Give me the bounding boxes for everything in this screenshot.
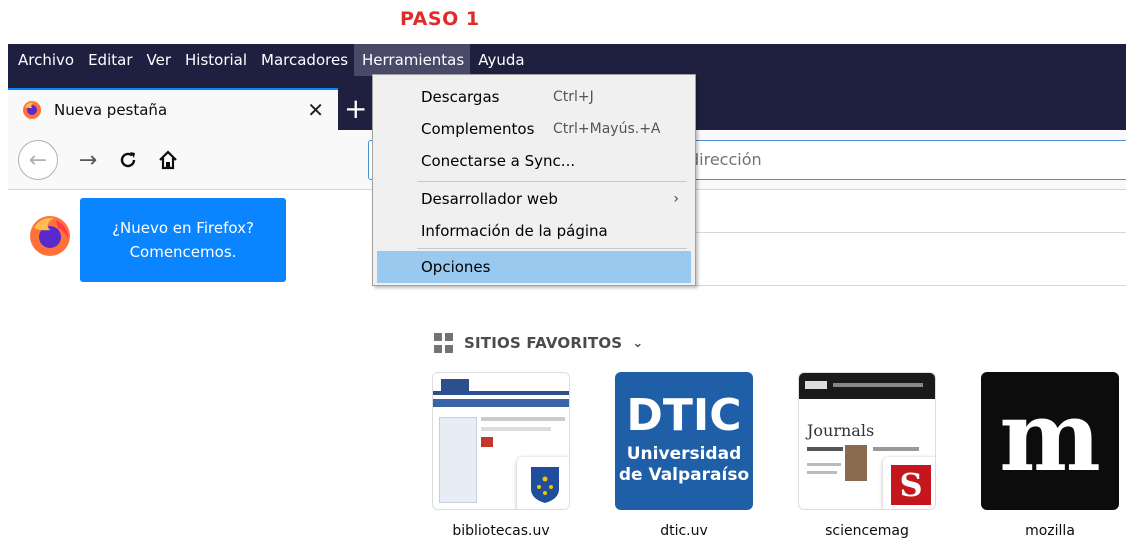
chevron-down-icon: ⌄ — [632, 335, 644, 351]
mozilla-logo-icon: m — [999, 380, 1101, 493]
tab-new-tab[interactable]: Nueva pestaña ✕ — [8, 88, 338, 130]
top-site-tile-sciencemag[interactable]: Journals S — [798, 372, 936, 510]
uv-shield-icon — [517, 457, 569, 509]
menu-ayuda[interactable]: Ayuda — [470, 44, 530, 76]
journals-heading: Journals — [807, 421, 875, 440]
home-icon[interactable] — [150, 142, 186, 178]
herramientas-menu: Descargas Ctrl+J Complementos Ctrl+Mayús… — [372, 74, 696, 286]
reload-icon[interactable] — [110, 142, 146, 178]
new-to-firefox-tip[interactable]: ¿Nuevo en Firefox? Comencemos. — [80, 198, 286, 282]
tab-title: Nueva pestaña — [54, 101, 168, 119]
forward-arrow-icon[interactable]: → — [70, 142, 106, 178]
menu-item-opciones[interactable]: Opciones — [377, 251, 691, 283]
menu-item-label: Descargas — [421, 88, 500, 106]
firefox-logo-icon — [30, 216, 70, 256]
grid-icon — [434, 333, 454, 353]
menu-historial[interactable]: Historial — [177, 44, 253, 76]
top-site-tile-mozilla[interactable]: m — [981, 372, 1119, 510]
menu-item-complementos[interactable]: Complementos Ctrl+Mayús.+A — [373, 113, 695, 145]
tile-label-dtic: dtic.uv — [660, 523, 708, 539]
top-sites-title: SITIOS FAVORITOS — [464, 334, 623, 352]
menu-item-label: Opciones — [421, 258, 491, 276]
back-arrow-icon[interactable]: ← — [18, 140, 58, 180]
menu-separator — [417, 248, 687, 249]
menu-item-label: Complementos — [421, 120, 535, 138]
tip-line-2: Comencemos. — [129, 243, 237, 261]
step-annotation: PASO 1 — [400, 8, 480, 30]
dtic-logo-text: DTIC — [626, 390, 742, 441]
submenu-arrow-icon: › — [673, 191, 679, 207]
menu-bar: Archivo Editar Ver Historial Marcadores … — [8, 44, 1126, 76]
menu-herramientas[interactable]: Herramientas — [354, 44, 471, 76]
menu-editar[interactable]: Editar — [80, 44, 138, 76]
menu-marcadores[interactable]: Marcadores — [253, 44, 354, 76]
new-tab-button[interactable]: + — [344, 94, 367, 124]
tile-label-sciencemag: sciencemag — [825, 523, 909, 539]
menu-item-desarrollador-web[interactable]: Desarrollador web › — [373, 183, 695, 215]
menu-item-label: Información de la página — [421, 222, 608, 240]
menu-ver[interactable]: Ver — [139, 44, 178, 76]
menu-item-informacion-pagina[interactable]: Información de la página — [373, 215, 695, 247]
tile-label-bibliotecas: bibliotecas.uv — [452, 523, 550, 539]
science-s-icon: S — [883, 457, 935, 509]
menu-item-label: Conectarse a Sync... — [421, 152, 576, 170]
close-tab-icon[interactable]: ✕ — [307, 98, 324, 122]
firefox-icon — [23, 101, 41, 119]
menu-item-label: Desarrollador web — [421, 190, 558, 208]
top-site-tile-bibliotecas[interactable] — [432, 372, 570, 510]
menu-item-shortcut: Ctrl+J — [553, 89, 594, 105]
dtic-logo-line2: Universidad — [626, 444, 742, 464]
url-placeholder: dirección — [689, 150, 762, 169]
menu-separator — [417, 181, 687, 182]
menu-item-shortcut: Ctrl+Mayús.+A — [553, 121, 661, 137]
menu-archivo[interactable]: Archivo — [8, 44, 80, 76]
top-sites-header[interactable]: SITIOS FAVORITOS ⌄ — [434, 333, 643, 353]
tip-line-1: ¿Nuevo en Firefox? — [112, 219, 254, 237]
dtic-logo-line3: de Valparaíso — [618, 465, 750, 485]
menu-item-descargas[interactable]: Descargas Ctrl+J — [373, 81, 695, 113]
tile-label-mozilla: mozilla — [1025, 523, 1075, 539]
menu-item-sync[interactable]: Conectarse a Sync... — [373, 145, 695, 177]
top-site-tile-dtic[interactable]: DTIC Universidad de Valparaíso — [615, 372, 753, 510]
